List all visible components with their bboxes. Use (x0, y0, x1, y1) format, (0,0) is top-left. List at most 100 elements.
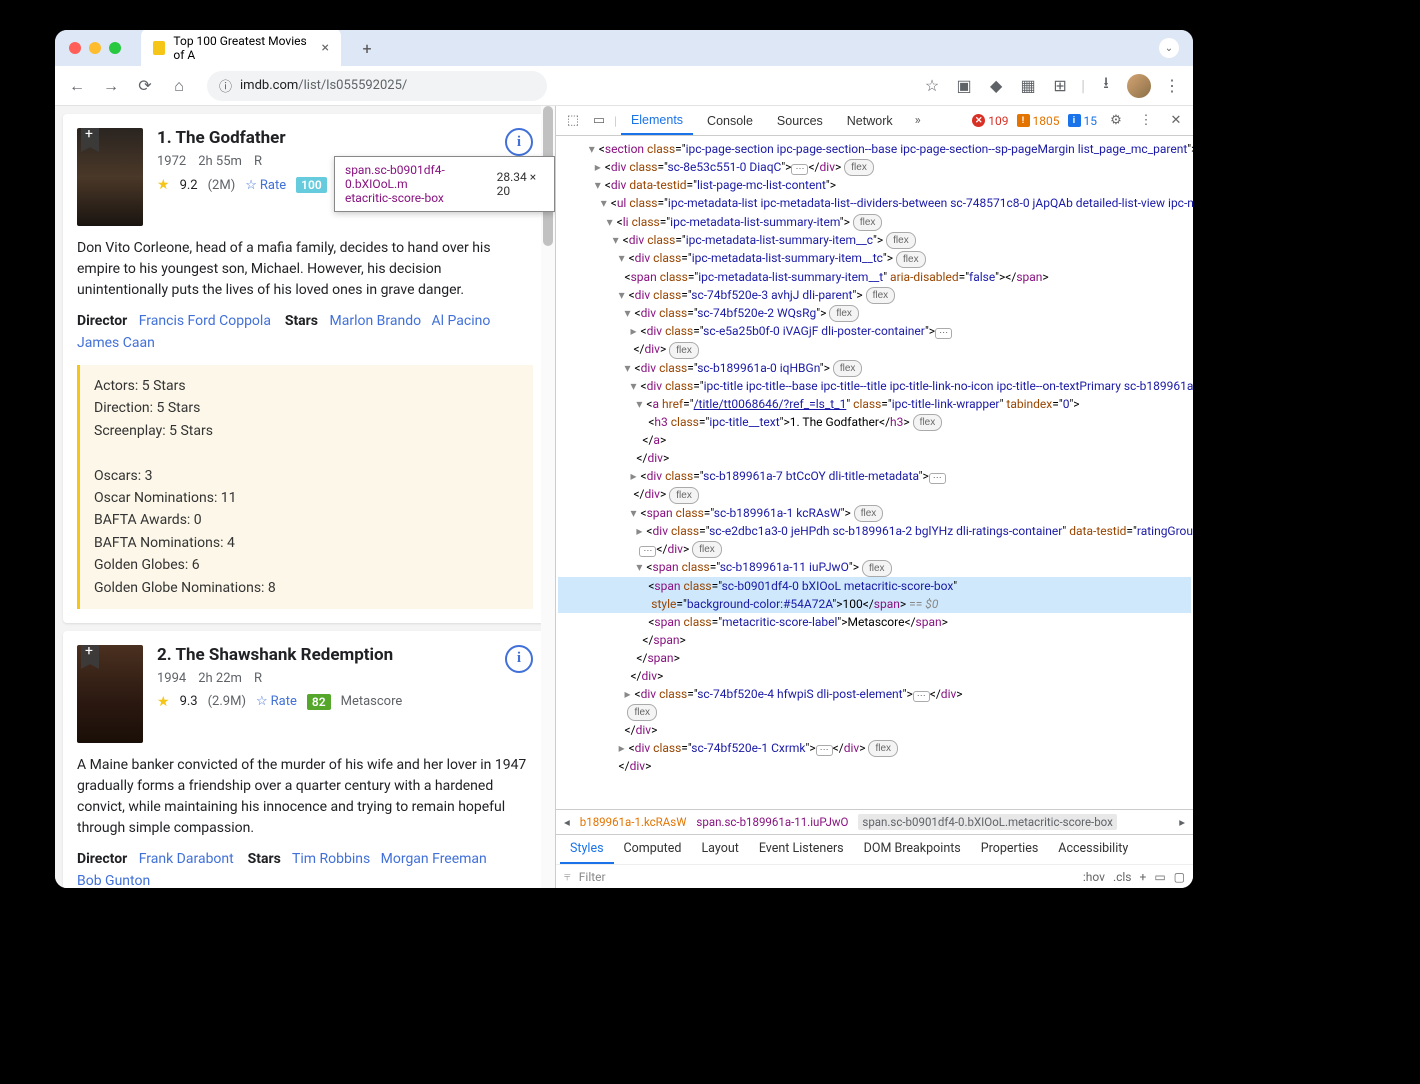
close-devtools-button[interactable]: ✕ (1165, 110, 1187, 132)
movie-description: Don Vito Corleone, head of a mafia famil… (77, 238, 533, 301)
star-link[interactable]: Tim Robbins (292, 851, 370, 867)
new-tab-button[interactable]: + (357, 38, 377, 58)
tab-properties[interactable]: Properties (971, 835, 1049, 864)
settings-button[interactable]: ⚙ (1105, 110, 1127, 132)
computed-sidebar-button[interactable]: ▭ (1154, 870, 1165, 884)
stars-label: Stars (285, 313, 318, 329)
metascore-box: 82 (307, 694, 331, 710)
devtools-toolbar: ⬚ ▭ | Elements Console Sources Network »… (556, 106, 1193, 136)
star-link[interactable]: Morgan Freeman (381, 851, 487, 867)
tab-event-listeners[interactable]: Event Listeners (749, 835, 854, 864)
home-button[interactable]: ⌂ (167, 74, 191, 98)
movie-card: 2. The Shawshank Redemption 1994 2h 22m … (63, 631, 547, 888)
user-notes: Actors: 5 Stars Direction: 5 Stars Scree… (77, 365, 533, 609)
address-bar[interactable]: ⓘ imdb.com/list/ls055592025/ (207, 71, 547, 101)
profile-avatar[interactable] (1127, 74, 1151, 98)
bookmark-button[interactable]: ☆ (921, 75, 943, 97)
styles-tabbar: Styles Computed Layout Event Listeners D… (556, 834, 1193, 864)
star-link[interactable]: Al Pacino (432, 313, 491, 329)
star-link[interactable]: Bob Gunton (77, 873, 150, 888)
maximize-window-button[interactable] (109, 42, 121, 54)
extension-icon[interactable]: ◆ (985, 75, 1007, 97)
movie-poster[interactable] (77, 128, 143, 226)
star-icon: ★ (157, 694, 170, 710)
page-viewport[interactable]: 1. The Godfather 1972 2h 55m R ★ 9.2 (2M… (55, 106, 555, 888)
error-count[interactable]: ✕109 (972, 114, 1008, 128)
tab-styles[interactable]: Styles (560, 835, 614, 864)
browser-window: Top 100 Greatest Movies of A × + ⌄ ← → ⟳… (55, 30, 1193, 888)
movie-title[interactable]: 1. The Godfather (157, 128, 491, 148)
dom-tree[interactable]: ▾<section class="ipc-page-section ipc-pa… (556, 136, 1193, 809)
site-info-icon[interactable]: ⓘ (219, 76, 232, 95)
devtools-panel: ⬚ ▭ | Elements Console Sources Network »… (555, 106, 1193, 888)
movie-title[interactable]: 2. The Shawshank Redemption (157, 645, 491, 665)
tooltip-selector: span.sc-b0901df4-0.bXIOoL.m etacritic-sc… (345, 163, 483, 205)
star-icon: ★ (157, 177, 170, 193)
imdb-favicon (153, 41, 165, 55)
filter-input[interactable]: Filter (579, 870, 1075, 884)
downloads-button[interactable]: ⭳ (1095, 75, 1117, 97)
more-tabs-button[interactable]: » (907, 110, 929, 132)
star-link[interactable]: Marlon Brando (329, 313, 421, 329)
browser-tab[interactable]: Top 100 Greatest Movies of A × (141, 30, 341, 68)
window-controls (69, 42, 121, 54)
tab-dom-breakpoints[interactable]: DOM Breakpoints (854, 835, 971, 864)
watchlist-ribbon[interactable] (81, 645, 99, 669)
vote-count: (2M) (208, 178, 236, 193)
star-link[interactable]: James Caan (77, 335, 155, 351)
warning-count[interactable]: !1805 (1017, 114, 1060, 128)
tab-layout[interactable]: Layout (691, 835, 748, 864)
info-button[interactable]: i (505, 128, 533, 156)
movie-year: 1972 (157, 154, 186, 169)
inspect-element-button[interactable]: ⬚ (562, 110, 584, 132)
tab-sources[interactable]: Sources (767, 108, 833, 134)
page-scrollbar[interactable] (541, 106, 555, 888)
metascore-box: 100 (296, 177, 327, 193)
rating-value: 9.2 (180, 178, 198, 193)
movie-poster[interactable] (77, 645, 143, 743)
rate-button[interactable]: Rate (256, 694, 297, 709)
tab-network[interactable]: Network (837, 108, 903, 134)
movie-cert: R (254, 154, 262, 169)
director-link[interactable]: Francis Ford Coppola (139, 313, 271, 329)
tab-console[interactable]: Console (697, 108, 763, 134)
metascore-label: Metascore (341, 694, 403, 709)
extensions-button[interactable]: ⊞ (1049, 75, 1071, 97)
tabs-dropdown-button[interactable]: ⌄ (1159, 38, 1179, 58)
titlebar: Top 100 Greatest Movies of A × + ⌄ (55, 30, 1193, 66)
device-toolbar-button[interactable]: ▭ (588, 110, 610, 132)
movie-description: A Maine banker convicted of the murder o… (77, 755, 533, 839)
tab-accessibility[interactable]: Accessibility (1048, 835, 1138, 864)
browser-menu-button[interactable]: ⋮ (1161, 75, 1183, 97)
breadcrumb[interactable]: ◂ b189961a-1.kcRAsW span.sc-b189961a-11.… (556, 809, 1193, 834)
vote-count: (2.9M) (208, 694, 246, 709)
content-area: 1. The Godfather 1972 2h 55m R ★ 9.2 (2M… (55, 106, 1193, 888)
stars-label: Stars (248, 851, 281, 867)
close-tab-button[interactable]: × (322, 40, 329, 56)
director-link[interactable]: Frank Darabont (139, 851, 234, 867)
movie-runtime: 2h 22m (198, 671, 242, 686)
movie-runtime: 2h 55m (198, 154, 242, 169)
watchlist-ribbon[interactable] (81, 128, 99, 152)
reload-button[interactable]: ⟳ (133, 74, 157, 98)
hov-toggle[interactable]: :hov (1083, 870, 1105, 884)
director-label: Director (77, 851, 127, 867)
info-count[interactable]: i15 (1068, 114, 1098, 128)
new-style-rule-button[interactable]: + (1140, 870, 1147, 884)
forward-button[interactable]: → (99, 74, 123, 98)
tooltip-dimensions: 28.34 × 20 (497, 170, 544, 198)
tab-computed[interactable]: Computed (614, 835, 692, 864)
info-button[interactable]: i (505, 645, 533, 673)
devtools-menu-button[interactable]: ⋮ (1135, 110, 1157, 132)
extension-icon[interactable]: ▣ (953, 75, 975, 97)
back-button[interactable]: ← (65, 74, 89, 98)
rate-button[interactable]: Rate (245, 178, 286, 193)
tab-title: Top 100 Greatest Movies of A (173, 34, 313, 62)
minimize-window-button[interactable] (89, 42, 101, 54)
rating-value: 9.3 (180, 694, 198, 709)
close-window-button[interactable] (69, 42, 81, 54)
tab-elements[interactable]: Elements (621, 107, 693, 135)
toggle-sidebar-button[interactable]: ▢ (1174, 870, 1185, 884)
extension-icon[interactable]: ▦ (1017, 75, 1039, 97)
cls-toggle[interactable]: .cls (1113, 870, 1132, 884)
